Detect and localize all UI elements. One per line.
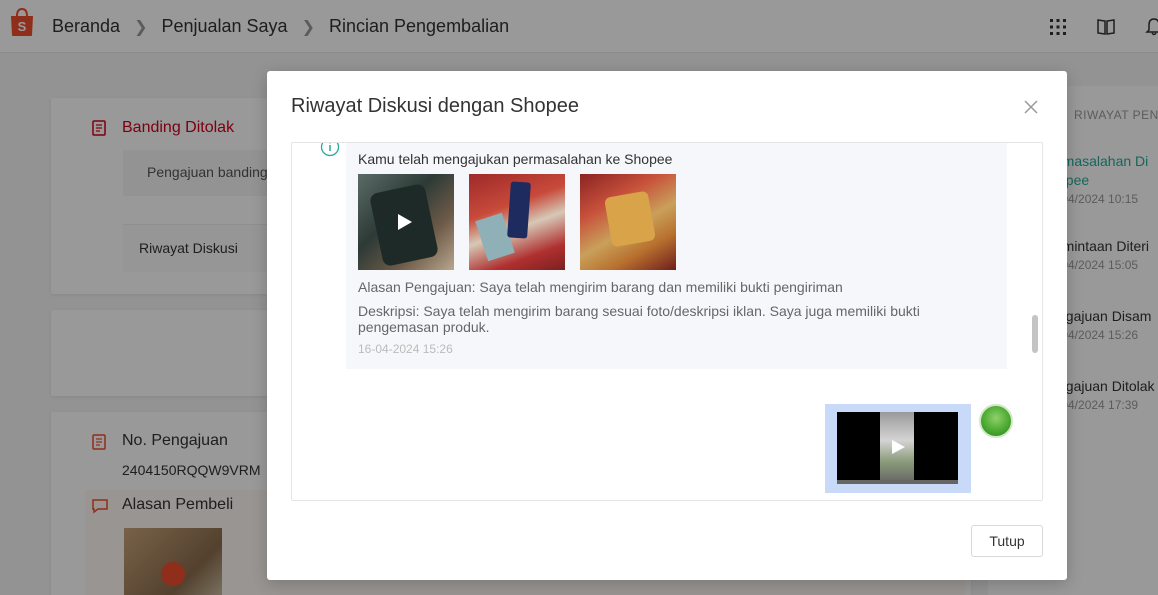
seller-dispute-message: Kamu telah mengajukan permasalahan ke Sh… bbox=[346, 143, 1007, 369]
video-progress-bar bbox=[837, 480, 958, 484]
evidence-video-thumbnail[interactable] bbox=[358, 174, 454, 270]
attached-video-message[interactable] bbox=[825, 404, 971, 493]
message-title: Kamu telah mengajukan permasalahan ke Sh… bbox=[358, 151, 673, 167]
discussion-thread[interactable]: Kamu telah mengajukan permasalahan ke Sh… bbox=[291, 142, 1043, 501]
avatar bbox=[979, 404, 1013, 438]
evidence-photo-thumbnail[interactable] bbox=[469, 174, 565, 270]
dispute-description: Deskripsi: Saya telah mengirim barang se… bbox=[358, 303, 920, 335]
play-icon bbox=[398, 214, 412, 230]
info-icon bbox=[320, 143, 340, 157]
scrollbar-thumb[interactable] bbox=[1032, 315, 1038, 353]
message-timestamp: 16-04-2024 15:26 bbox=[358, 342, 453, 356]
photo-content bbox=[507, 181, 531, 239]
close-button[interactable]: Tutup bbox=[971, 525, 1043, 557]
evidence-photo-thumbnail[interactable] bbox=[580, 174, 676, 270]
play-icon bbox=[892, 440, 905, 454]
close-icon[interactable] bbox=[1023, 99, 1039, 115]
modal-title: Riwayat Diskusi dengan Shopee bbox=[291, 95, 579, 117]
discussion-history-modal: Riwayat Diskusi dengan Shopee Kamu telah… bbox=[267, 71, 1067, 580]
photo-content bbox=[603, 190, 657, 248]
evidence-thumbnails bbox=[358, 174, 691, 270]
video-player bbox=[837, 412, 958, 484]
dispute-reason: Alasan Pengajuan: Saya telah mengirim ba… bbox=[358, 279, 843, 295]
